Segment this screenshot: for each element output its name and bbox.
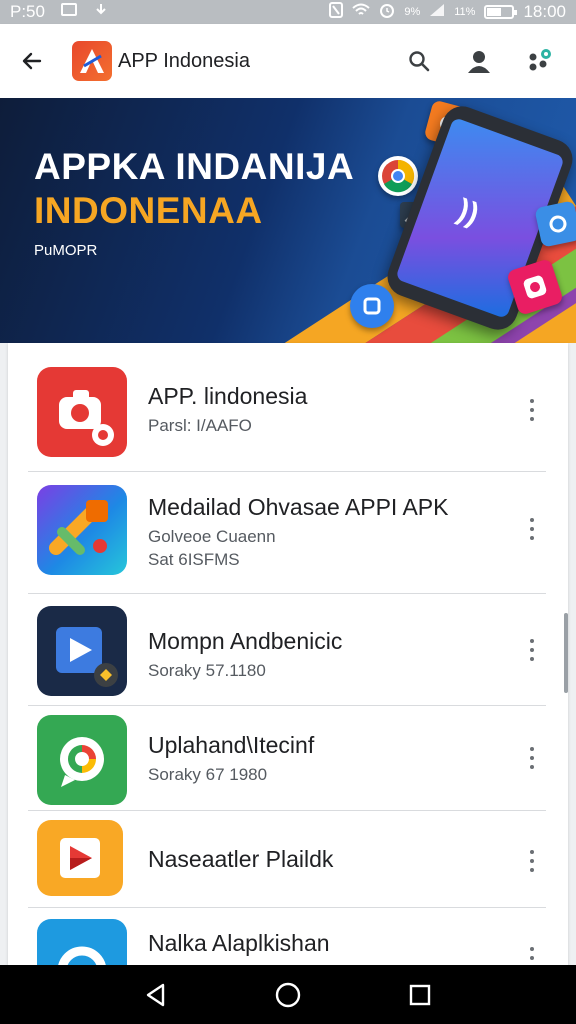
nav-home-button[interactable]	[268, 975, 308, 1015]
signal-percent: 9%	[404, 6, 421, 18]
account-button[interactable]	[464, 46, 494, 76]
status-time-right: 18:00	[523, 2, 566, 21]
apps-settings-button[interactable]	[524, 46, 554, 76]
status-left: P:50	[10, 2, 109, 23]
more-options-icon[interactable]	[522, 944, 542, 965]
app-list: APP. lindonesia Parsl: I/AAFO Medailad O…	[8, 343, 568, 965]
download-notification-icon	[93, 2, 109, 23]
status-bar: P:50 9% 11% 18:00	[0, 0, 576, 24]
chat-icon	[37, 715, 127, 805]
play-store-icon	[37, 820, 123, 896]
wifi-icon	[352, 2, 371, 22]
promo-banner[interactable]: APPKA INDANIJA INDONENAA PuMOPR ))	[0, 98, 576, 343]
back-arrow-icon	[22, 52, 42, 70]
screenshot-notification-icon	[60, 2, 77, 23]
play-icon	[37, 606, 127, 696]
list-item-text: Uplahand\Itecinf Soraky 67 1980	[148, 732, 506, 785]
shield-app-icon	[350, 284, 394, 328]
nfc-icon	[329, 1, 344, 23]
status-right: 9% 11% 18:00	[329, 1, 566, 23]
banner-title-line2: INDONENAA	[34, 190, 263, 231]
list-item-text: Mompn Andbenicic Soraky 57.1180	[148, 628, 506, 681]
battery-percent: 11%	[454, 6, 476, 18]
app-logo-icon	[72, 41, 112, 81]
list-item-name: Uplahand\Itecinf	[148, 732, 315, 758]
list-item[interactable]: APP. lindonesia Parsl: I/AAFO	[28, 343, 546, 472]
more-options-icon[interactable]	[522, 515, 542, 543]
camera-icon	[37, 367, 127, 457]
list-item-text: Nalka Alaplkishan	[148, 930, 506, 957]
chrome-icon	[378, 156, 418, 196]
list-item[interactable]: Uplahand\Itecinf Soraky 67 1980	[28, 706, 546, 811]
nav-recents-button[interactable]	[400, 975, 440, 1015]
search-app-icon	[37, 919, 127, 965]
battery-icon	[484, 5, 518, 19]
more-options-icon[interactable]	[522, 636, 542, 664]
screen: P:50 9% 11% 18:00 APP Indonesia APPKA IN…	[0, 0, 576, 1024]
signal-icon	[429, 2, 445, 22]
battery-level	[487, 8, 501, 16]
app-title: APP Indonesia	[118, 49, 250, 72]
more-options-icon[interactable]	[522, 744, 542, 772]
list-item-name: Medailad Ohvasae APPI APK	[148, 494, 449, 520]
status-time-left: P:50	[10, 2, 45, 21]
list-item-subtitle: Golveoe Cuaenn	[148, 527, 276, 546]
list-item-name: Nalka Alaplkishan	[148, 930, 330, 956]
search-button[interactable]	[404, 46, 434, 76]
list-item-text: Medailad Ohvasae APPI APK Golveoe Cuaenn…	[148, 494, 506, 570]
search-icon	[409, 51, 430, 72]
app-bar: APP Indonesia	[0, 24, 576, 98]
recents-square-icon	[409, 984, 431, 1005]
back-triangle-icon	[146, 983, 165, 1006]
more-options-icon[interactable]	[522, 396, 542, 424]
list-item[interactable]: Naseaatler Plaildk	[28, 811, 546, 908]
list-item-name: Mompn Andbenicic	[148, 628, 343, 654]
apps-settings-icon	[529, 49, 551, 71]
back-button[interactable]	[16, 45, 48, 77]
list-item-subtitle: Parsl: I/AAFO	[148, 416, 252, 435]
list-item-name: Naseaatler Plaildk	[148, 846, 334, 872]
more-options-icon[interactable]	[522, 847, 542, 875]
list-item-subtitle: Soraky 57.1180	[148, 661, 266, 680]
alarm-icon	[379, 2, 395, 23]
list-item-text: APP. lindonesia Parsl: I/AAFO	[148, 383, 506, 436]
account-icon	[468, 51, 490, 73]
list-item-text: Naseaatler Plaildk	[148, 846, 506, 873]
list-item-subtitle-2: Sat 6ISFMS	[148, 550, 240, 569]
app-actions	[404, 46, 560, 76]
refresh-app-icon	[534, 200, 576, 248]
phone-nfc-icon: ))	[453, 193, 484, 232]
home-circle-icon	[275, 982, 301, 1007]
list-item[interactable]: Medailad Ohvasae APPI APK Golveoe Cuaenn…	[28, 472, 546, 594]
banner-subtitle: PuMOPR	[34, 242, 98, 259]
puzzle-icon	[37, 485, 127, 575]
list-item[interactable]: Mompn Andbenicic Soraky 57.1180	[28, 594, 546, 706]
list-item[interactable]: Nalka Alaplkishan	[28, 908, 546, 965]
list-item-name: APP. lindonesia	[148, 383, 308, 409]
navigation-bar	[0, 965, 576, 1024]
list-scrollbar[interactable]	[564, 613, 568, 693]
list-item-subtitle: Soraky 67 1980	[148, 765, 268, 784]
banner-title-line1: APPKA INDANIJA	[34, 146, 355, 187]
nav-back-button[interactable]	[136, 975, 176, 1015]
